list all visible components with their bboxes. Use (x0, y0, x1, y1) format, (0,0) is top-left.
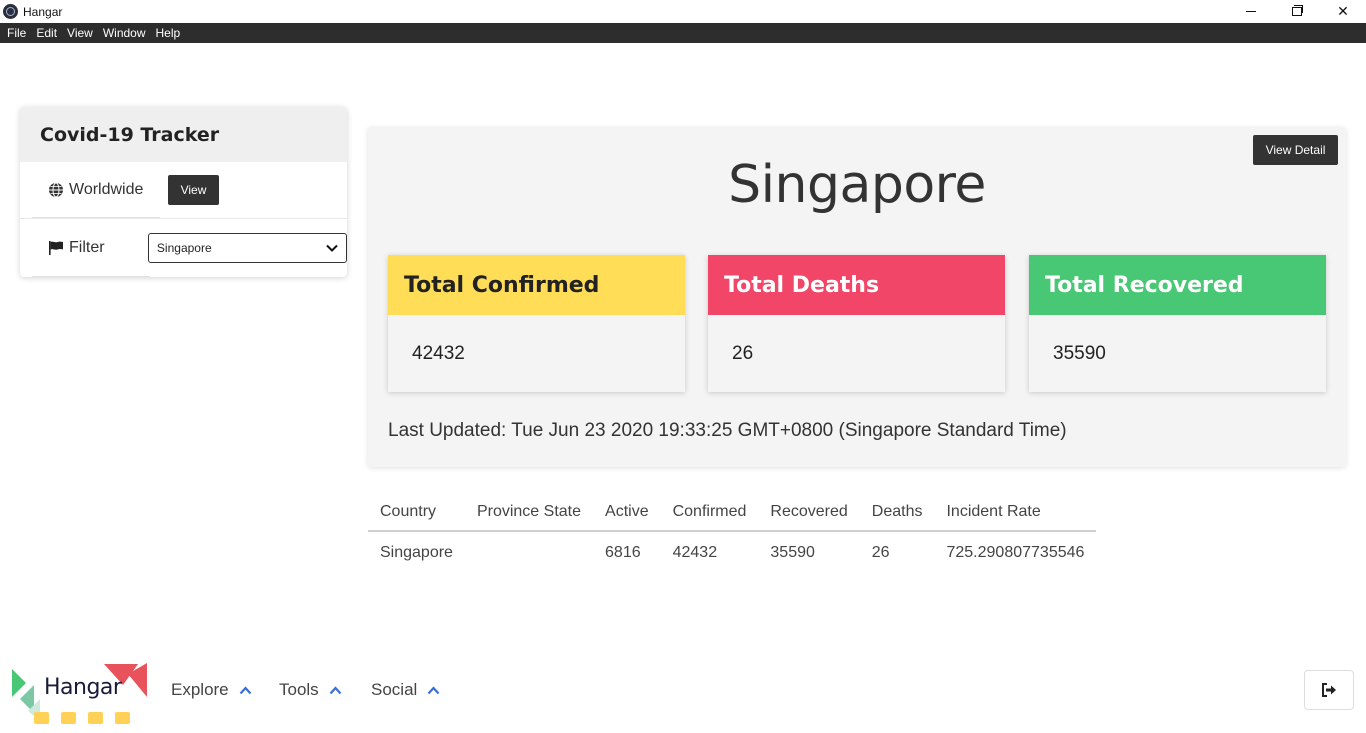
header-incident-rate: Incident Rate (934, 493, 1097, 532)
globe-icon (49, 182, 63, 197)
cell-province-state (465, 531, 593, 573)
logout-button[interactable] (1304, 670, 1354, 710)
nav-explore[interactable]: Explore (171, 680, 252, 700)
minimize-button[interactable] (1228, 0, 1274, 23)
total-deaths-label: Total Deaths (708, 255, 1005, 315)
cell-incident-rate: 725.290807735546 (946, 543, 1085, 561)
country-data-table: Country Province State Active Confirmed … (368, 493, 1097, 573)
filter-label-group: Filter (32, 219, 150, 277)
nav-explore-label: Explore (171, 680, 229, 699)
total-confirmed-value: 42432 (412, 343, 465, 364)
cell-confirmed: 42432 (672, 543, 718, 561)
table-header-row: Country Province State Active Confirmed … (368, 493, 1097, 532)
chevron-up-icon (427, 685, 440, 694)
total-confirmed-card: Total Confirmed 42432 (388, 255, 685, 392)
header-province-state: Province State (464, 493, 594, 532)
total-deaths-card: Total Deaths 26 (708, 255, 1005, 392)
menu-window[interactable]: Window (98, 23, 151, 43)
restore-button[interactable] (1274, 0, 1320, 23)
title-bar: Hangar ✕ (0, 0, 1366, 23)
filter-label: Filter (69, 238, 105, 256)
sign-out-icon (1322, 683, 1336, 697)
country-title: Singapore (728, 155, 986, 215)
total-recovered-card: Total Recovered 35590 (1029, 255, 1326, 392)
total-deaths-value: 26 (732, 343, 754, 364)
menu-view[interactable]: View (62, 23, 98, 43)
chevron-up-icon (239, 685, 251, 694)
total-recovered-label: Total Recovered (1029, 255, 1326, 315)
header-active: Active (593, 493, 661, 532)
nav-tools[interactable]: Tools (279, 680, 342, 700)
sidebar-title: Covid-19 Tracker (40, 123, 220, 146)
header-deaths: Deaths (859, 493, 935, 532)
menu-help[interactable]: Help (151, 23, 186, 43)
last-updated-text: Last Updated: Tue Jun 23 2020 19:33:25 G… (388, 420, 1067, 441)
table-row: Singapore 6816 42432 35590 26 725.290807… (368, 531, 1096, 573)
tracker-sidebar-card: Covid-19 Tracker Worldwide View Filter S… (20, 107, 347, 277)
worldwide-label-group: Worldwide (32, 162, 160, 218)
sidebar-header: Covid-19 Tracker (20, 107, 347, 162)
restore-icon (1292, 5, 1303, 16)
minimize-icon (1246, 11, 1256, 12)
header-confirmed: Confirmed (660, 493, 759, 532)
app-icon (3, 4, 18, 19)
close-icon: ✕ (1337, 3, 1349, 19)
filter-selected-value: Singapore (156, 241, 212, 255)
worldwide-view-button[interactable]: View (168, 175, 219, 205)
menu-edit[interactable]: Edit (31, 23, 62, 43)
header-country: Country (368, 493, 465, 532)
cell-active: 6816 (605, 543, 641, 561)
nav-tools-label: Tools (279, 680, 319, 699)
cell-country: Singapore (380, 543, 453, 561)
nav-social[interactable]: Social (371, 680, 440, 700)
footer-bar: Hangar Explore Tools Social (0, 655, 1366, 728)
window-controls: ✕ (1228, 0, 1366, 23)
worldwide-label: Worldwide (69, 180, 144, 198)
menu-bar: File Edit View Window Help (0, 23, 1366, 43)
total-confirmed-label: Total Confirmed (388, 255, 685, 315)
header-recovered: Recovered (758, 493, 860, 532)
total-recovered-value: 35590 (1053, 343, 1106, 364)
country-filter-select[interactable]: Singapore (147, 233, 347, 263)
cell-recovered: 35590 (770, 543, 815, 561)
hangar-logo[interactable]: Hangar (10, 659, 150, 728)
country-summary-panel: View Detail Singapore Total Confirmed 42… (368, 127, 1346, 467)
flag-icon (49, 240, 63, 255)
chevron-up-icon (329, 685, 342, 694)
close-button[interactable]: ✕ (1320, 0, 1366, 23)
cell-deaths: 26 (871, 543, 890, 561)
menu-file[interactable]: File (2, 23, 31, 43)
logo-text: Hangar (44, 675, 122, 700)
window-title: Hangar (23, 4, 63, 19)
chevron-down-icon (326, 244, 338, 252)
nav-social-label: Social (371, 680, 418, 699)
worldwide-row: Worldwide View (20, 162, 347, 219)
filter-row: Filter Singapore (20, 219, 347, 277)
